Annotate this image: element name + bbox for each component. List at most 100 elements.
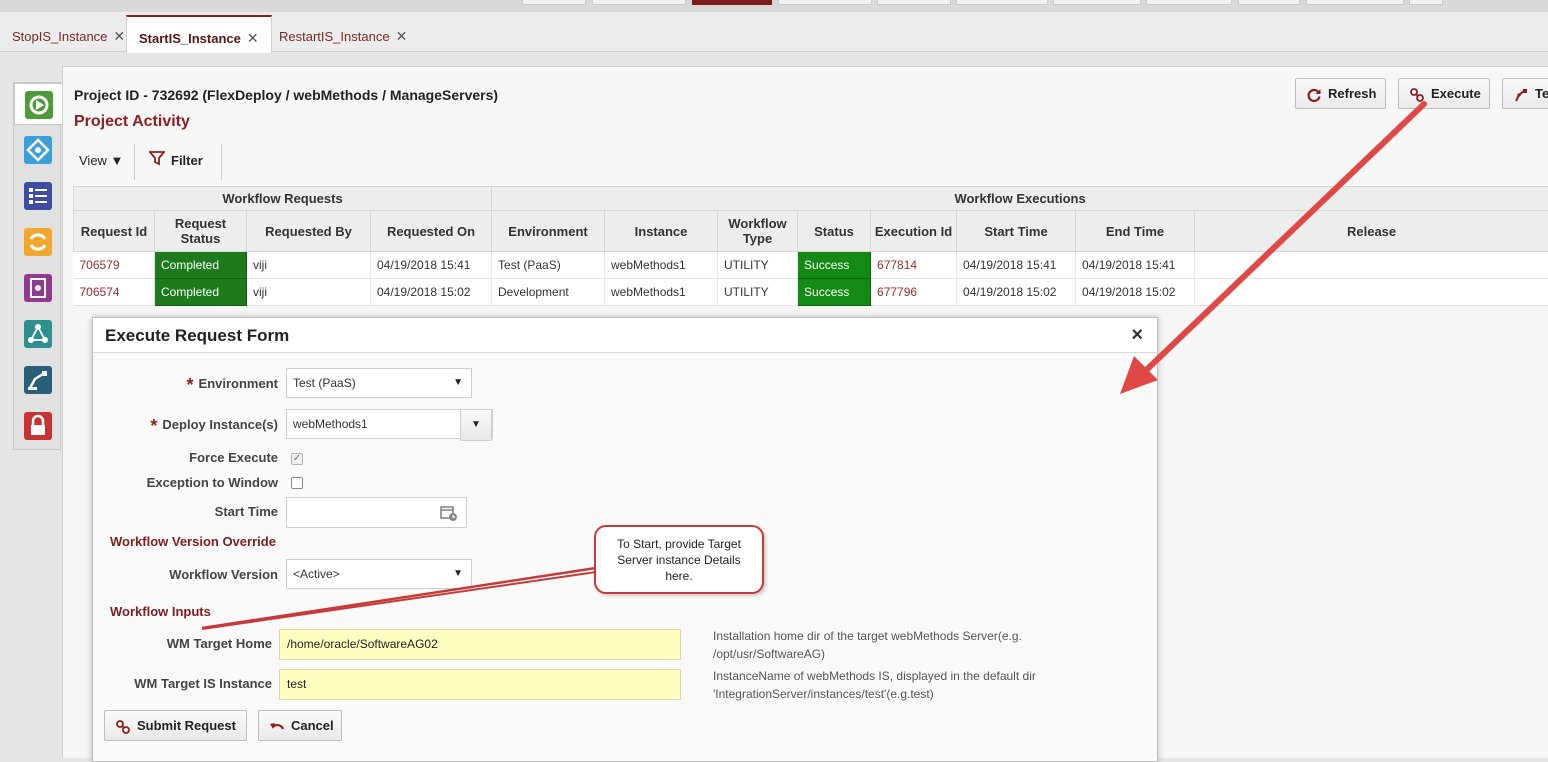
tab-startis-instance[interactable]: StartIS_Instance ✕ [126,15,272,53]
column-header[interactable]: End Time [1076,211,1195,252]
column-header[interactable]: Status [798,211,871,252]
tab-label: StartIS_Instance [139,31,241,46]
tab-label: RestartIS_Instance [279,29,390,44]
table-row[interactable]: 706579Completedviji04/19/2018 15:41Test … [74,252,1548,279]
sidebar-item-automation[interactable] [23,365,53,395]
execute-label: Execute [1431,86,1481,101]
refresh-label: Refresh [1328,86,1376,101]
top-menu-item[interactable] [778,0,872,5]
cell-status: Success [798,279,871,306]
column-header[interactable]: Request Id [74,211,155,252]
view-menu[interactable]: View ▼ [79,140,123,182]
sidebar-item-integration[interactable] [23,135,53,165]
dropdown-button[interactable]: ▼ [460,409,492,441]
environment-select[interactable]: Test (PaaS)▼ [286,368,472,398]
force-execute-label: Force Execute [189,450,278,465]
toolbar-divider [221,144,222,180]
top-menu-item[interactable] [1146,0,1232,5]
lock-icon [23,411,53,441]
undo-icon [269,719,285,735]
report-icon [23,273,53,303]
execute-icon [1409,87,1425,103]
filter-icon [149,141,165,183]
top-menu-item[interactable] [956,0,1048,5]
sidebar-item-reports[interactable] [23,273,53,303]
close-tab-icon[interactable]: ✕ [396,28,408,44]
chevron-down-icon: ▼ [453,369,463,397]
group-header-requests: Workflow Requests [74,187,492,211]
top-menu-item[interactable] [1238,0,1300,5]
wm-target-home-input[interactable]: /home/oracle/SoftwareAG02 [279,629,681,660]
dialog-title: Execute Request Form [105,326,289,346]
refresh-icon [1306,87,1322,103]
wm-target-is-instance-input[interactable]: test [279,669,681,700]
close-icon[interactable]: × [1131,324,1143,347]
execute-button[interactable]: Execute [1398,78,1490,109]
close-tab-icon[interactable]: ✕ [113,28,125,44]
version-override-section: Workflow Version Override [110,534,276,549]
top-menu-item[interactable] [522,0,586,5]
column-header[interactable]: Workflow Type [718,211,798,252]
group-header-executions: Workflow Executions [492,187,1548,211]
close-tab-icon[interactable]: ✕ [247,30,259,46]
cell-instance: webMethods1 [605,252,718,279]
force-execute-checkbox[interactable]: ✓ [291,453,303,465]
column-header[interactable]: Requested By [247,211,371,252]
deploy-instances-combo[interactable]: webMethods1▼ [286,409,493,439]
exception-to-window-checkbox[interactable] [291,477,303,489]
sidebar-item-tasks[interactable] [23,181,53,211]
refresh-button[interactable]: Refresh [1295,78,1386,109]
exception-to-window-label: Exception to Window [147,475,278,490]
cell-environment: Development [492,279,605,306]
column-header[interactable]: Request Status [155,211,247,252]
calendar-icon[interactable] [440,504,458,522]
submit-request-label: Submit Request [137,718,236,733]
tab-stopis-instance[interactable]: StopIS_Instance✕ [0,15,137,52]
left-nav [13,82,61,450]
dialog-header: Execute Request Form × [93,318,1157,353]
cell-requested-on: 04/19/2018 15:41 [371,252,492,279]
cell-end-time: 04/19/2018 15:41 [1076,252,1195,279]
top-menu-item[interactable] [592,0,686,5]
robot-arm-icon [1513,87,1529,103]
toolbar-divider [134,144,135,180]
cell-request-status: Completed [155,279,247,306]
cell-request-id[interactable]: 706574 [74,279,155,306]
tab-restartis-instance[interactable]: RestartIS_Instance ✕ [267,15,419,52]
sidebar-item-workflows[interactable] [14,83,62,125]
page-title: Project Activity [74,113,190,131]
top-menu-item[interactable] [1053,0,1141,5]
top-menu-item[interactable] [1306,0,1404,5]
column-header[interactable]: Instance [605,211,718,252]
column-header[interactable]: Requested On [371,211,492,252]
cancel-button[interactable]: Cancel [258,710,342,741]
cell-requested-by: viji [247,252,371,279]
cell-request-id[interactable]: 706579 [74,252,155,279]
top-menu-item[interactable] [877,0,951,5]
column-header[interactable]: Execution Id [871,211,957,252]
cell-execution-id[interactable]: 677796 [871,279,957,306]
cell-release [1195,279,1548,306]
robot-icon [23,365,53,395]
start-time-input[interactable] [286,497,467,528]
column-header[interactable]: Start Time [957,211,1076,252]
table-row[interactable]: 706574Completedviji04/19/2018 15:02Devel… [74,279,1548,306]
cell-execution-id[interactable]: 677814 [871,252,957,279]
cell-instance: webMethods1 [605,279,718,306]
sidebar-item-topology[interactable] [23,319,53,349]
top-menu-item-active[interactable] [692,0,772,5]
test-button[interactable]: Te [1502,78,1548,109]
column-header[interactable]: Environment [492,211,605,252]
workflow-version-select[interactable]: <Active>▼ [286,559,472,589]
submit-request-button[interactable]: Submit Request [104,710,247,741]
cell-end-time: 04/19/2018 15:02 [1076,279,1195,306]
sidebar-item-sync[interactable] [23,227,53,257]
filter-button[interactable]: Filter [149,140,203,182]
wm-target-home-help: Installation home dir of the target webM… [713,627,1022,663]
top-menu-strip [0,0,1548,12]
column-header[interactable]: Release [1195,211,1548,252]
environment-label: *Environment [187,375,278,396]
top-menu-item[interactable] [1409,0,1443,5]
sidebar-item-security[interactable] [23,411,53,441]
required-marker: * [187,375,194,395]
